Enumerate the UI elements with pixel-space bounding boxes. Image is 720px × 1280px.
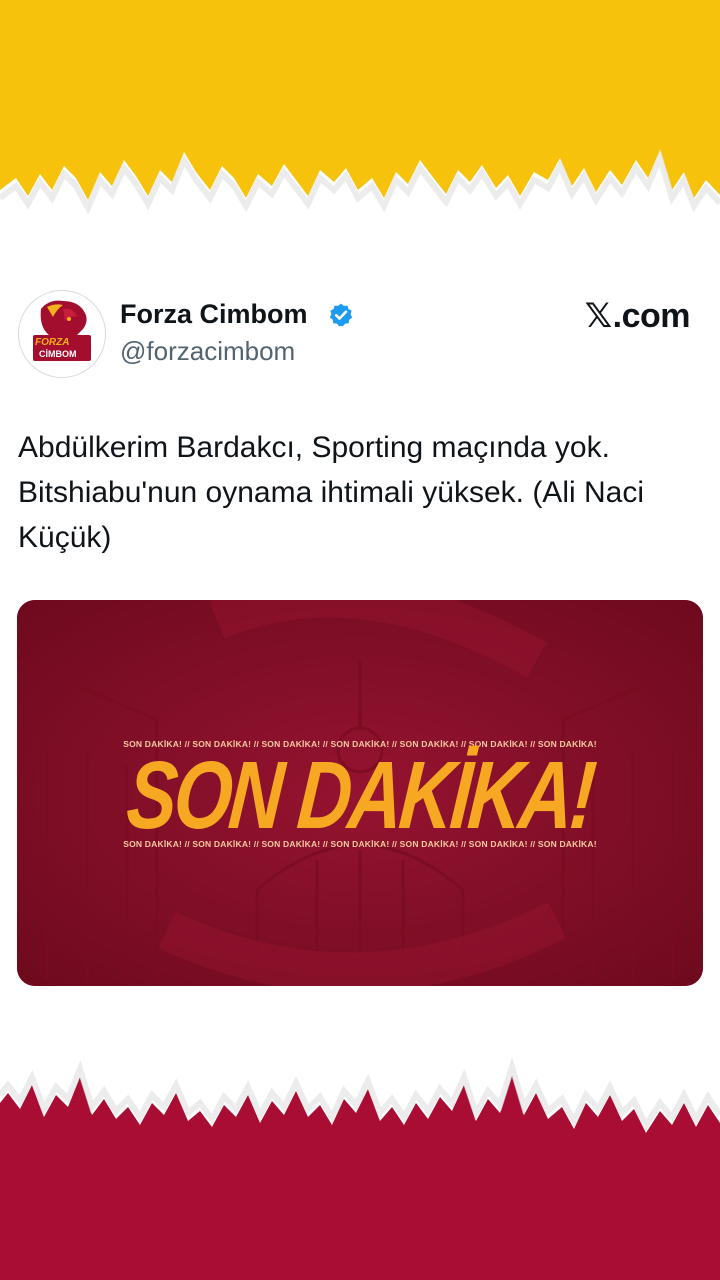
- breaking-news-headline: SON DAKİKA!: [123, 742, 597, 849]
- tweet-media-image[interactable]: SON DAKİKA! // SON DAKİKA! // SON DAKİKA…: [17, 600, 703, 986]
- tweet-header: FORZA CİMBOM Forza Cimbom @forzacimbom 𝕏…: [18, 290, 702, 380]
- x-logo-icon: 𝕏: [584, 296, 612, 336]
- lion-logo-icon: [19, 291, 105, 377]
- tweet-text: Abdülkerim Bardakcı, Sporting maçında yo…: [18, 431, 645, 554]
- avatar-text-line1: FORZA: [35, 337, 70, 348]
- user-handle[interactable]: @forzacimbom: [120, 335, 295, 367]
- ticker-bottom: SON DAKİKA! // SON DAKİKA! // SON DAKİKA…: [123, 839, 597, 849]
- x-com-mark: 𝕏.com: [584, 296, 691, 336]
- bottom-torn-band: [0, 1056, 720, 1280]
- avatar[interactable]: FORZA CİMBOM: [18, 290, 106, 378]
- top-torn-band: [0, 0, 720, 215]
- display-name[interactable]: Forza Cimbom: [120, 298, 308, 330]
- avatar-text-line2: CİMBOM: [39, 349, 77, 359]
- verified-badge-icon: [329, 303, 353, 327]
- site-mark-text: .com: [612, 297, 691, 335]
